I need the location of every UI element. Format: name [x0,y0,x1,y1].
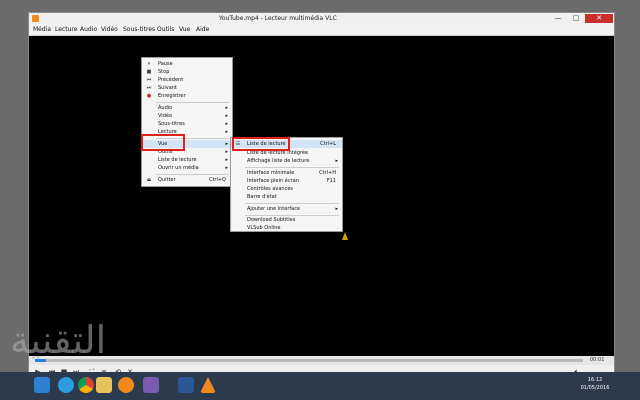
menu-item-label: Ajouter une interface [247,206,301,212]
menu-item-label: Suivant [158,85,177,91]
menu-item-shortcut: F11 [326,178,336,184]
menu-item-shortcut: Ctrl+L [320,141,336,147]
menu-item-label: Audio [158,105,173,111]
vlc-app-icon [32,15,39,22]
menu-item-label: Précédent [158,77,184,83]
highlight-box-vue [141,134,185,151]
watermark-text: التقنية [10,318,107,362]
menu-separator [245,167,339,168]
submenu-item-barre-etat[interactable]: Barre d'état [231,193,342,201]
chevron-right-icon: ▸ [225,165,228,171]
desktop: YouTube.mp4 - Lecteur multimédia VLC — □… [0,0,640,400]
submenu-item-affichage-liste[interactable]: Affichage liste de lecture ▸ [231,157,342,165]
menu-audio[interactable]: Audio [80,24,97,36]
menu-item-label: Stop [158,69,170,75]
chevron-right-icon: ▸ [335,158,338,164]
menu-item-shortcut: Ctrl+Q [208,177,226,183]
title-bar[interactable]: YouTube.mp4 - Lecteur multimédia VLC — □… [29,13,614,24]
menu-vue[interactable]: Vue [179,24,190,36]
menu-item-suivant[interactable]: ⏭ Suivant [142,84,232,92]
clock-date: 01/05/2016 [580,385,610,391]
pause-icon: ⏸ [147,61,151,67]
menu-item-label: Contrôles avancés [247,186,294,192]
menu-lecture[interactable]: Lecture [55,24,77,36]
system-clock[interactable]: 16:12 01/05/2016 [575,376,615,392]
menu-item-shortcut: Ctrl+H [319,170,336,176]
stop-icon: ■ [146,69,152,75]
chevron-right-icon: ▸ [225,105,228,111]
chevron-right-icon: ▸ [225,113,228,119]
menu-item-label: Ouvrir un média [158,165,199,171]
start-button[interactable] [34,377,50,393]
menu-separator [245,203,339,204]
menu-item-ouvrir-media[interactable]: Ouvrir un média ▸ [142,164,232,172]
menu-item-precedent[interactable]: ⏮ Précédent [142,76,232,84]
chevron-right-icon: ▸ [225,129,228,135]
menu-sous-titres[interactable]: Sous-titres [123,24,155,36]
context-menu: ⏸ Pause ■ Stop ⏮ Précédent ⏭ Suivant ● E… [141,57,233,187]
chevron-right-icon: ▸ [225,141,228,147]
submenu-item-interface-minimale[interactable]: Interface minimale Ctrl+H [231,169,342,177]
vlc-taskbar-icon[interactable] [200,377,216,393]
menu-item-label: Barre d'état [247,194,277,200]
menu-item-label: Interface minimale [247,170,295,176]
maximize-button[interactable]: □ [569,14,583,23]
menu-aide[interactable]: Aide [196,24,209,36]
menu-item-stop[interactable]: ■ Stop [142,68,232,76]
menu-item-enregistrer[interactable]: ● Enregistrer [142,92,232,100]
submenu-item-controles-avances[interactable]: Contrôles avancés [231,185,342,193]
menu-item-label: Enregistrer [158,93,186,99]
file-explorer-icon[interactable] [96,377,112,393]
menu-item-label: Sous-titres [158,121,185,127]
menu-item-sous-titres[interactable]: Sous-titres ▸ [142,120,232,128]
submenu-item-plein-ecran[interactable]: Interface plein écran F11 [231,177,342,185]
media-player-icon[interactable] [118,377,134,393]
clock-time: 16:12 [587,377,603,383]
menu-item-label: Liste de lecture [158,157,197,163]
menu-item-label: VLSub Online [247,225,281,231]
vlc-cone-icon [342,232,348,240]
previous-icon: ⏮ [146,77,152,83]
close-button[interactable]: ✕ [585,14,613,23]
next-icon: ⏭ [146,85,152,91]
menu-separator [156,102,229,103]
menu-item-label: Pause [158,61,173,67]
submenu-item-download-subtitles[interactable]: Download Subtitles [231,216,342,224]
store-icon[interactable] [143,377,159,393]
menu-item-liste-de-lecture[interactable]: Liste de lecture ▸ [142,156,232,164]
quit-icon: ⏏ [146,177,152,183]
menu-item-label: Affichage liste de lecture [247,158,310,164]
menu-video[interactable]: Vidéo [101,24,118,36]
record-icon: ● [146,93,152,99]
submenu-item-vlsub-online[interactable]: VLSub Online [231,224,342,232]
submenu-item-ajouter-interface[interactable]: Ajouter une interface ▸ [231,205,342,213]
internet-explorer-icon[interactable] [58,377,74,393]
chrome-icon[interactable] [78,377,94,393]
menu-item-label: Download Subtitles [247,217,296,223]
word-icon[interactable] [178,377,194,393]
menu-item-pause[interactable]: ⏸ Pause [142,60,232,68]
highlight-box-liste-de-lecture [232,137,290,151]
chevron-right-icon: ▸ [335,206,338,212]
menu-item-label: Vidéo [158,113,173,119]
menu-item-quitter[interactable]: ⏏ Quitter Ctrl+Q [142,176,232,184]
chevron-right-icon: ▸ [225,149,228,155]
minimize-button[interactable]: — [551,14,565,23]
menu-outils[interactable]: Outils [157,24,174,36]
taskbar: 16:12 01/05/2016 [0,372,640,400]
menu-bar: Média Lecture Audio Vidéo Sous-titres Ou… [29,24,614,36]
menu-media[interactable]: Média [33,24,51,36]
chevron-right-icon: ▸ [225,157,228,163]
chevron-right-icon: ▸ [225,121,228,127]
submenu-vue: ☰ Liste de lecture Ctrl+L Liste de lectu… [230,137,343,232]
menu-item-video[interactable]: Vidéo ▸ [142,112,232,120]
window-title: YouTube.mp4 - Lecteur multimédia VLC [219,15,337,22]
menu-separator [156,174,229,175]
menu-item-label: Quitter [158,177,176,183]
total-time: 00:01 [590,357,605,363]
menu-item-label: Interface plein écran [247,178,299,184]
menu-item-audio[interactable]: Audio ▸ [142,104,232,112]
